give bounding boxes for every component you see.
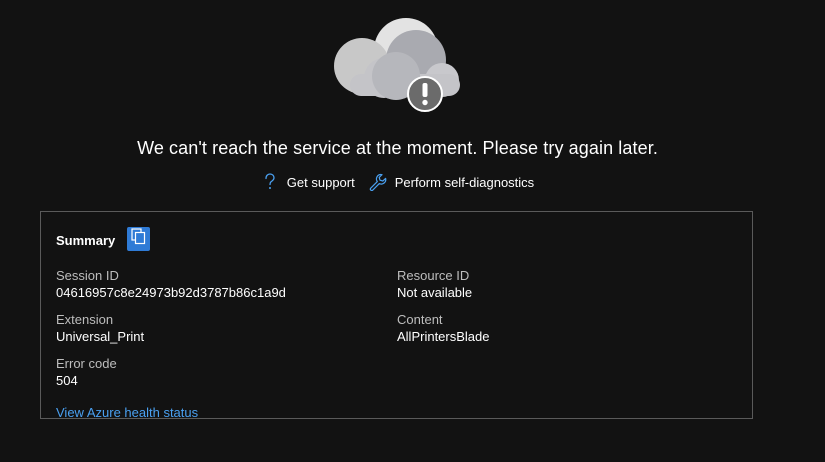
- error-page: We can't reach the service at the moment…: [0, 0, 825, 462]
- copy-button[interactable]: [127, 227, 150, 251]
- session-id-field: Session ID 04616957c8e24973b92d3787b86c1…: [56, 267, 286, 301]
- cloud-error-icon: [330, 14, 465, 114]
- self-diagnostics-label: Perform self-diagnostics: [394, 174, 535, 190]
- error-code-field: Error code 504: [56, 355, 117, 389]
- summary-panel: Summary Session ID 04616957c8e24973b92d3…: [40, 211, 753, 420]
- session-id-value: 04616957c8e24973b92d3787b86c1a9d: [56, 285, 286, 300]
- session-id-label: Session ID: [56, 268, 119, 283]
- error-code-label: Error code: [56, 356, 117, 371]
- action-links: Get support Perform self-diagnostics: [0, 172, 795, 192]
- resource-id-value: Not available: [397, 285, 473, 300]
- self-diagnostics-link[interactable]: Perform self-diagnostics: [369, 172, 534, 192]
- error-code-value: 504: [56, 373, 78, 388]
- resource-id-label: Resource ID: [397, 268, 470, 283]
- content-value: AllPrintersBlade: [397, 329, 490, 344]
- question-mark-icon: [261, 172, 279, 192]
- copy-icon: [131, 228, 146, 250]
- content-field: Content AllPrintersBlade: [397, 311, 490, 345]
- wrench-icon: [369, 172, 387, 192]
- get-support-label: Get support: [286, 174, 355, 190]
- extension-label: Extension: [56, 312, 114, 327]
- get-support-link[interactable]: Get support: [261, 172, 355, 192]
- azure-health-status-link[interactable]: View Azure health status: [56, 405, 198, 420]
- extension-field: Extension Universal_Print: [56, 311, 144, 345]
- extension-value: Universal_Print: [56, 329, 145, 344]
- resource-id-field: Resource ID Not available: [397, 267, 472, 301]
- summary-title: Summary: [56, 233, 116, 248]
- error-message: We can't reach the service at the moment…: [137, 138, 658, 158]
- content-label: Content: [397, 312, 443, 327]
